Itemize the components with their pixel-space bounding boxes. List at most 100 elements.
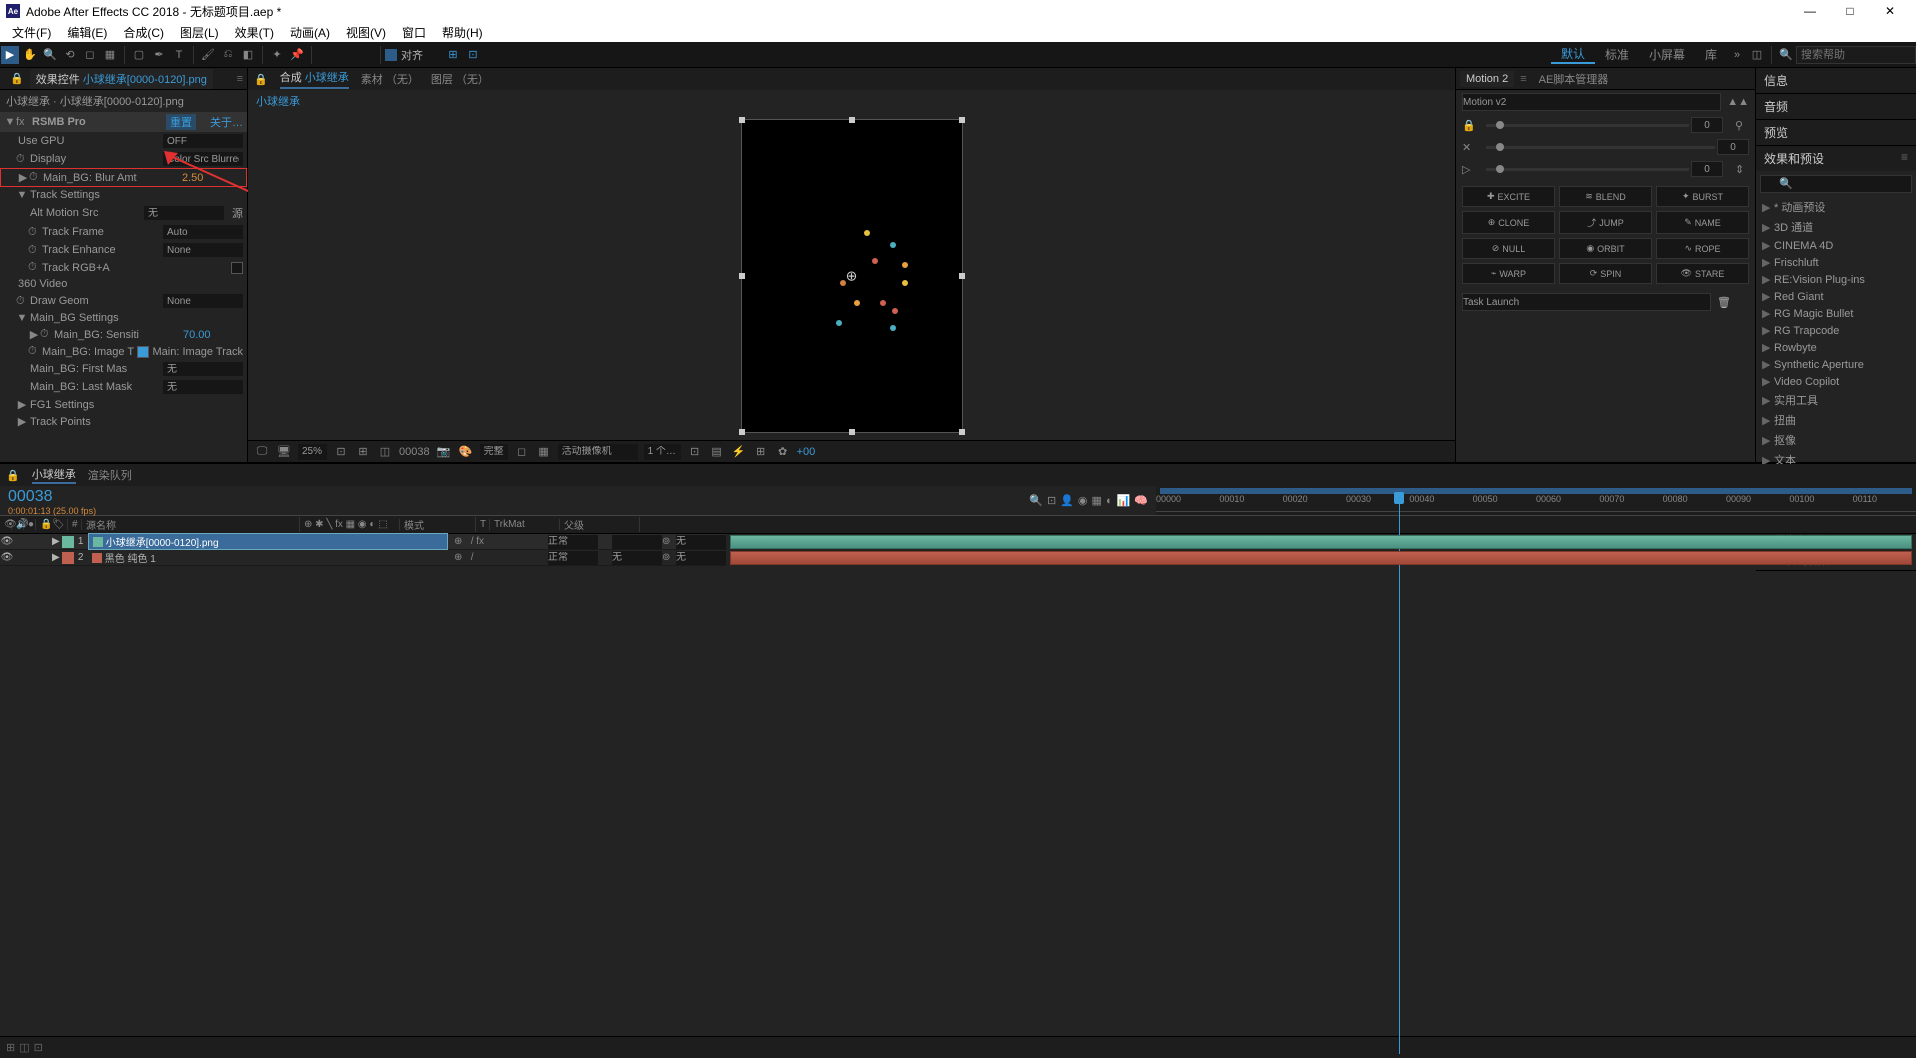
blur-amt-value[interactable]: 2.50	[182, 172, 242, 184]
sensitivity-value[interactable]: 70.00	[183, 329, 243, 341]
roto-tool[interactable]: ✦	[268, 46, 286, 64]
pixel-ar-icon[interactable]: ▤	[709, 445, 725, 458]
rotation-tool[interactable]: ◻	[81, 46, 99, 64]
preset-folder[interactable]: ▶RE:Vision Plug-ins	[1756, 271, 1916, 288]
excite-button[interactable]: ✚ EXCITE	[1462, 186, 1555, 207]
minimize-button[interactable]: —	[1790, 1, 1830, 21]
brain-icon[interactable]: 🧠	[1134, 494, 1148, 507]
track-rgba-check[interactable]	[231, 262, 243, 274]
comp-flowchart[interactable]: 小球继承	[248, 90, 1455, 112]
first-mask-select[interactable]: 无	[163, 362, 243, 376]
workspace-small[interactable]: 小屏幕	[1639, 46, 1695, 63]
panel-lock-icon[interactable]: 🔒	[4, 70, 30, 87]
current-time[interactable]: 00038 0:00:01:13 (25.00 fps)	[0, 486, 104, 515]
blend-mode-select[interactable]: 正常	[548, 551, 598, 565]
mask-icon[interactable]: ◫	[377, 445, 393, 458]
slider-2[interactable]	[1486, 146, 1715, 149]
stare-button[interactable]: 👁 STARE	[1656, 263, 1749, 284]
status-icon-2[interactable]: ◫	[19, 1041, 29, 1054]
draw-geom-select[interactable]: None	[163, 294, 243, 308]
res-icon[interactable]: ⊡	[333, 445, 349, 458]
visibility-toggle[interactable]: 👁	[0, 536, 14, 547]
image-track-check[interactable]	[137, 346, 149, 358]
last-mask-select[interactable]: 无	[163, 380, 243, 394]
snap-opt-2[interactable]: ⊡	[464, 46, 482, 64]
menu-view[interactable]: 视图(V)	[338, 24, 394, 41]
magnify-icon[interactable]: 🖵	[254, 445, 270, 458]
menu-effect[interactable]: 效果(T)	[227, 24, 282, 41]
burst-button[interactable]: ✦ BURST	[1656, 186, 1749, 207]
snap-checkbox[interactable]	[385, 49, 397, 61]
parent-select[interactable]: 无	[676, 551, 726, 565]
blend-button[interactable]: ≋ BLEND	[1559, 186, 1652, 207]
grid-icon[interactable]: ⊞	[355, 445, 371, 458]
menu-layer[interactable]: 图层(L)	[172, 24, 227, 41]
camera-select[interactable]: 活动摄像机	[558, 444, 638, 460]
panel-lock-icon[interactable]: 🔒	[6, 469, 20, 482]
panel-menu-icon[interactable]: ≡	[237, 73, 243, 85]
resolution-select[interactable]: 完整	[480, 444, 508, 460]
shy-icon[interactable]: 👤	[1060, 494, 1074, 507]
comp-mini-icon[interactable]: ⊡	[1047, 494, 1056, 507]
footage-tab[interactable]: 素材 （无）	[361, 71, 419, 87]
status-icon-1[interactable]: ⊞	[6, 1041, 15, 1054]
clone-button[interactable]: ⊕ CLONE	[1462, 211, 1555, 234]
rope-button[interactable]: ∿ ROPE	[1656, 238, 1749, 259]
presets-panel-tab[interactable]: 效果和预设≡	[1756, 146, 1916, 171]
transparency-icon[interactable]: ▦	[536, 445, 552, 458]
status-icon-3[interactable]: ⊡	[34, 1041, 43, 1054]
trkmat-select[interactable]	[612, 535, 662, 549]
motion-blur-icon[interactable]: ◐	[1106, 495, 1113, 507]
search-icon[interactable]: 🔍	[1029, 494, 1043, 507]
snap-opt-1[interactable]: ⊞	[444, 46, 462, 64]
preset-folder[interactable]: ▶Red Giant	[1756, 288, 1916, 305]
display-select[interactable]: Color Src Blurred	[163, 152, 243, 166]
audio-panel-tab[interactable]: 音频	[1756, 94, 1916, 119]
col-trkmat[interactable]: TrkMat	[490, 519, 560, 530]
view-opt-icon[interactable]: ⊡	[687, 445, 703, 458]
name-button[interactable]: ✎ NAME	[1656, 211, 1749, 234]
preset-folder[interactable]: ▶CINEMA 4D	[1756, 237, 1916, 254]
preview-panel-tab[interactable]: 预览	[1756, 120, 1916, 145]
preset-search-input[interactable]	[1760, 175, 1912, 193]
layer-2-track[interactable]	[730, 551, 1912, 565]
anchor-icon[interactable]: ⚲	[1735, 119, 1749, 132]
track-frame-select[interactable]: Auto	[163, 225, 243, 239]
null-button[interactable]: ⊘ NULL	[1462, 238, 1555, 259]
orbit-tool[interactable]: ⟲	[61, 46, 79, 64]
task-launch-select[interactable]: Task Launch	[1462, 293, 1711, 311]
selection-tool[interactable]: ▶	[1, 46, 19, 64]
menu-help[interactable]: 帮助(H)	[434, 24, 491, 41]
views-select[interactable]: 1 个…	[644, 444, 681, 460]
x-icon[interactable]: ✕	[1462, 141, 1476, 154]
menu-window[interactable]: 窗口	[394, 24, 434, 41]
pen-tool[interactable]: ✒	[150, 46, 168, 64]
fast-prev-icon[interactable]: ⚡	[731, 445, 747, 458]
effect-controls-tab[interactable]: 效果控件 小球继承[0000-0120].png	[30, 69, 213, 89]
frame-blend-icon[interactable]: ▦	[1092, 494, 1102, 507]
snapshot-icon[interactable]: 📷	[436, 445, 452, 458]
layer-1-track[interactable]	[730, 535, 1912, 549]
graph-icon[interactable]: 📊	[1117, 494, 1131, 507]
workspace-standard[interactable]: 标准	[1595, 46, 1639, 63]
comp-viewer[interactable]: ⊕	[248, 112, 1455, 440]
text-tool[interactable]: T	[170, 46, 188, 64]
col-visibility[interactable]: 👁	[0, 519, 12, 530]
trkmat-select[interactable]: 无	[612, 551, 662, 565]
workspace-more[interactable]: »	[1728, 46, 1746, 64]
layer-name[interactable]: 小球继承[0000-0120].png	[88, 533, 448, 550]
info-panel-tab[interactable]: 信息	[1756, 68, 1916, 93]
maximize-button[interactable]: □	[1830, 1, 1870, 21]
slider-1[interactable]	[1486, 124, 1689, 127]
parent-select[interactable]: 无	[676, 535, 726, 549]
playhead[interactable]	[1399, 494, 1400, 1054]
display-icon[interactable]: 🖥	[276, 445, 292, 458]
camera-tool[interactable]: ▦	[101, 46, 119, 64]
draft3d-icon[interactable]: ◉	[1078, 494, 1088, 507]
close-button[interactable]: ✕	[1870, 1, 1910, 21]
channel-icon[interactable]: 🎨	[458, 445, 474, 458]
clone-tool[interactable]: ⎌	[219, 46, 237, 64]
slider-3-value[interactable]	[1691, 161, 1723, 177]
warp-button[interactable]: ⌁ WARP	[1462, 263, 1555, 284]
script-manager-tab[interactable]: AE脚本管理器	[1533, 69, 1615, 89]
